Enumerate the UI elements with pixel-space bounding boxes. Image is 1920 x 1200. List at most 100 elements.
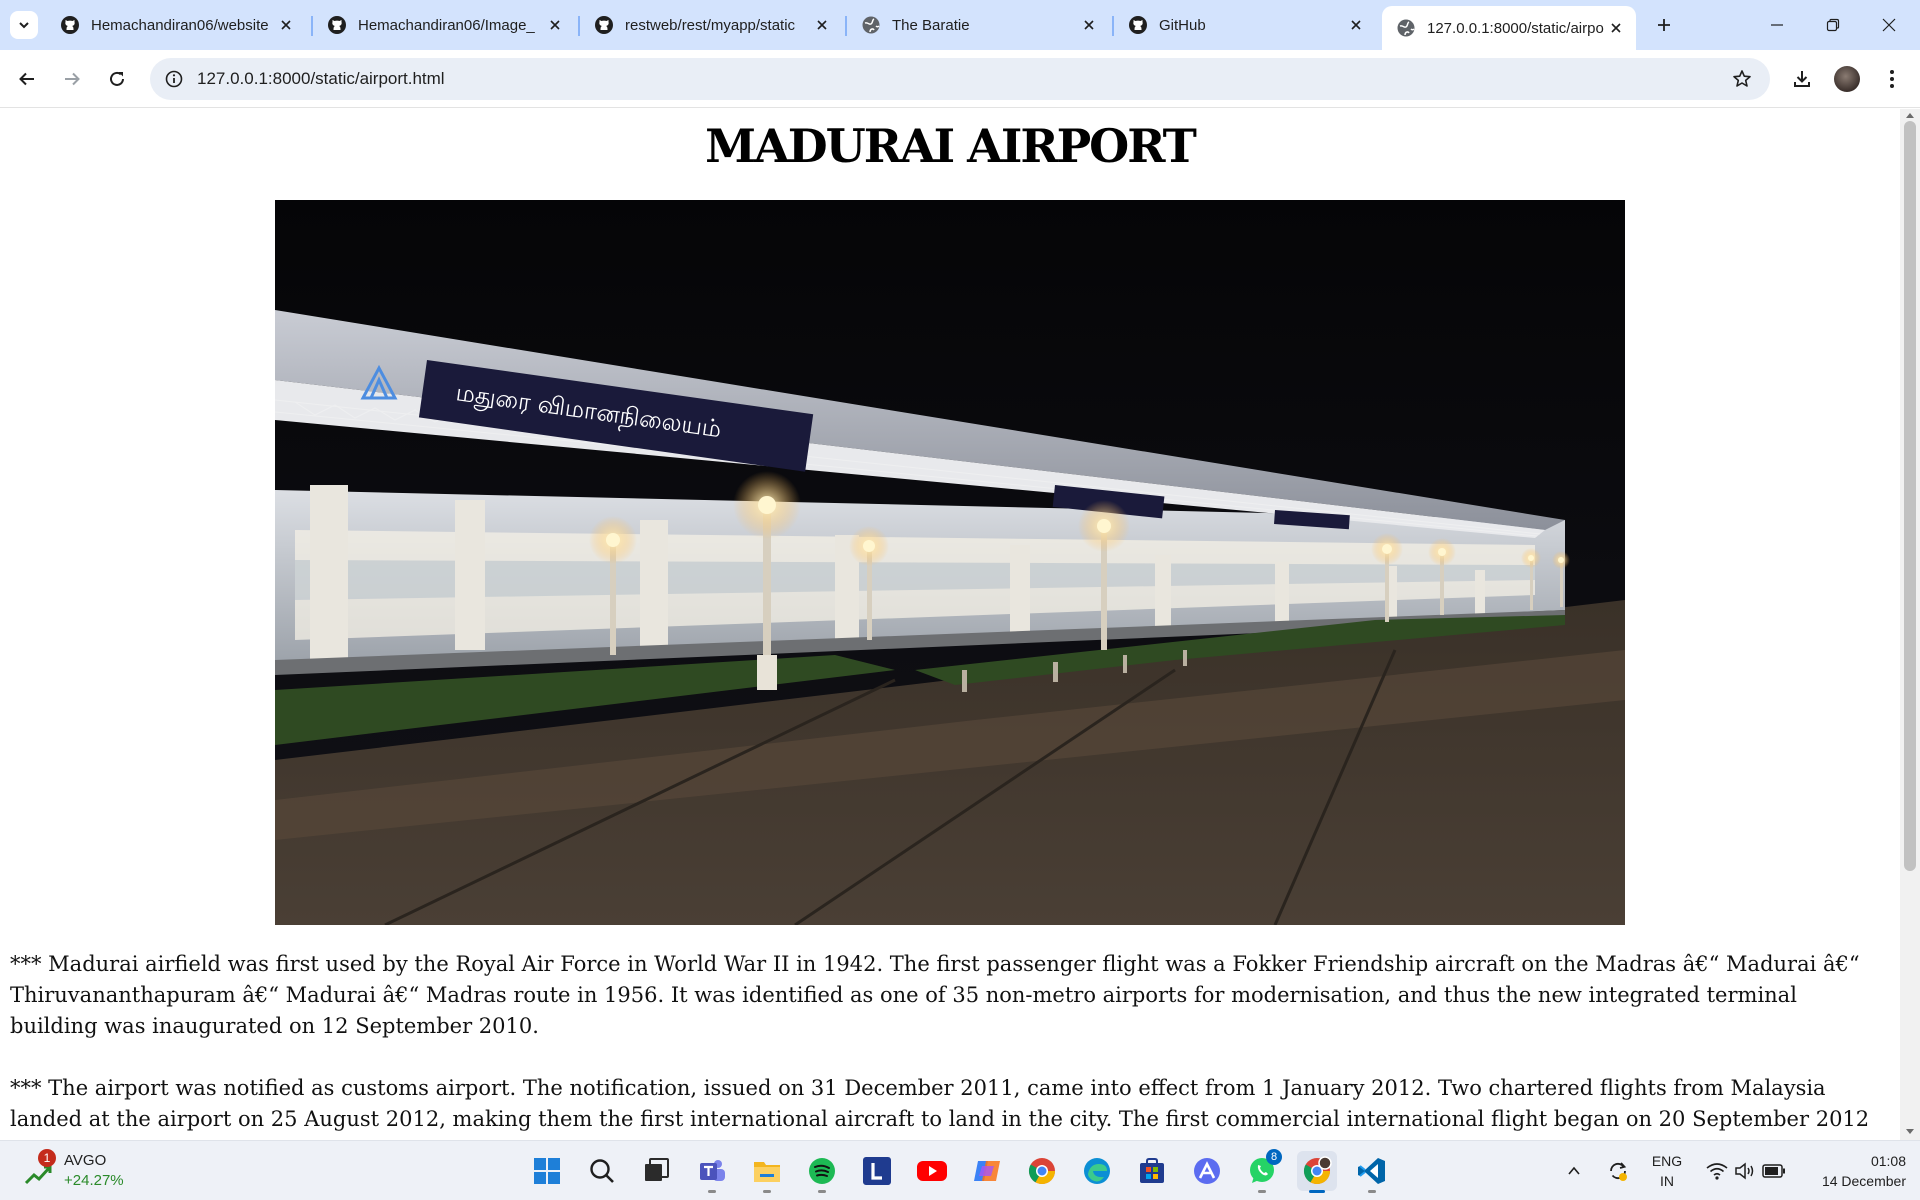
battery-icon (1762, 1164, 1785, 1178)
task-view-icon (645, 1158, 669, 1181)
github-icon (1128, 15, 1148, 35)
quick-settings-button[interactable] (1694, 1151, 1798, 1191)
scroll-down-icon[interactable] (1904, 1126, 1916, 1138)
file-explorer-app[interactable] (747, 1151, 787, 1193)
language-region[interactable]: IN (1650, 1173, 1684, 1189)
sync-icon (1610, 1162, 1627, 1181)
close-icon[interactable] (274, 13, 298, 37)
scroll-thumb[interactable] (1904, 121, 1916, 871)
chrome-app[interactable] (1022, 1151, 1062, 1191)
chevron-down-icon (19, 22, 29, 29)
airport-photo: மதுரை விமானநிலையம் (275, 200, 1625, 925)
close-window-button[interactable] (1872, 8, 1906, 42)
minimize-button[interactable] (1760, 8, 1794, 42)
notification-badge: 1 (38, 1149, 56, 1167)
clock-time: 01:08 (1870, 1153, 1906, 1169)
site-info-icon[interactable] (162, 67, 186, 91)
start-button[interactable] (527, 1151, 567, 1191)
vertical-scrollbar[interactable] (1900, 109, 1920, 1140)
plus-icon (1658, 19, 1670, 31)
close-icon[interactable] (1604, 16, 1628, 40)
bookmark-star-icon[interactable] (1730, 67, 1754, 91)
github-icon (594, 15, 614, 35)
page-title: MADURAI AIRPORT (705, 119, 1197, 173)
teams-icon (700, 1160, 725, 1181)
tab-github[interactable]: GitHub (1114, 8, 1376, 42)
reload-icon (110, 71, 124, 86)
address-bar[interactable]: 127.0.0.1:8000/static/airport.html (150, 58, 1770, 100)
tab-title: The Baratie (892, 16, 970, 34)
chrome-profile-icon (1303, 1156, 1332, 1185)
more-vertical-icon (1890, 70, 1894, 88)
tab-airport-active[interactable]: 127.0.0.1:8000/static/airpo (1382, 6, 1636, 50)
search-button[interactable] (582, 1151, 622, 1191)
spotify-icon (809, 1158, 835, 1184)
reload-button[interactable] (101, 63, 133, 95)
close-icon[interactable] (1077, 13, 1101, 37)
tab-title: Hemachandiran06/Image_ (358, 16, 535, 34)
close-icon (1882, 18, 1896, 32)
chrome-profile-app[interactable] (1297, 1151, 1337, 1193)
spotify-app[interactable] (802, 1151, 842, 1193)
teams-app[interactable] (692, 1151, 732, 1193)
tab-title: 127.0.0.1:8000/static/airpo (1427, 19, 1604, 37)
tab-the-baratie[interactable]: The Baratie (847, 8, 1109, 42)
forward-button[interactable] (56, 63, 88, 95)
search-icon (590, 1159, 614, 1183)
edge-icon (1084, 1158, 1110, 1184)
copilot-app[interactable] (967, 1151, 1007, 1191)
volume-icon (1735, 1162, 1754, 1180)
tab-search-button[interactable] (10, 11, 38, 39)
menu-button[interactable] (1876, 63, 1908, 95)
close-icon[interactable] (1344, 13, 1368, 37)
article-paragraph: *** The airport was notified as customs … (10, 1076, 1870, 1140)
l-app-icon (863, 1157, 891, 1185)
airport-terminal-night-photo: மதுரை விமானநிலையம் (275, 200, 1625, 925)
arc-app[interactable] (1187, 1151, 1227, 1191)
profile-button[interactable] (1831, 63, 1863, 95)
language-indicator[interactable]: ENG (1650, 1153, 1684, 1169)
system-clock[interactable]: 01:08 14 December (1822, 1151, 1906, 1191)
tab-title: Hemachandiran06/website (91, 16, 269, 34)
store-app[interactable] (1132, 1151, 1172, 1191)
tab-hemachandiran-image[interactable]: Hemachandiran06/Image_ (313, 8, 575, 42)
store-icon (1140, 1158, 1164, 1183)
file-explorer-icon (754, 1162, 780, 1182)
article-body: *** Madurai airfield was first used by t… (10, 949, 1890, 1140)
edge-app[interactable] (1077, 1151, 1117, 1191)
whatsapp-app[interactable]: 8 (1242, 1149, 1282, 1193)
new-tab-button[interactable] (1650, 11, 1678, 39)
l-app[interactable] (857, 1151, 897, 1191)
back-button[interactable] (11, 63, 43, 95)
url-text[interactable]: 127.0.0.1:8000/static/airport.html (197, 69, 445, 89)
youtube-icon (917, 1161, 947, 1181)
vscode-app[interactable] (1352, 1151, 1392, 1193)
sync-tray-button[interactable] (1600, 1151, 1636, 1191)
clock-date: 14 December (1821, 1173, 1906, 1189)
avatar (1834, 66, 1860, 92)
minimize-icon (1771, 24, 1783, 26)
tab-title: GitHub (1159, 16, 1206, 34)
close-icon[interactable] (810, 13, 834, 37)
vscode-icon (1358, 1158, 1385, 1184)
tab-strip: Hemachandiran06/website Hemachandiran06/… (0, 0, 1920, 50)
tab-title: restweb/rest/myapp/static (625, 16, 796, 34)
github-icon (327, 15, 347, 35)
stock-widget[interactable]: 1 AVGO +24.27% (22, 1149, 132, 1193)
downloads-button[interactable] (1786, 63, 1818, 95)
close-icon[interactable] (543, 13, 567, 37)
tab-restweb[interactable]: restweb/rest/myapp/static (580, 8, 842, 42)
scroll-up-icon[interactable] (1904, 109, 1916, 121)
download-icon (1794, 71, 1810, 87)
youtube-app[interactable] (912, 1151, 952, 1191)
browser-toolbar: 127.0.0.1:8000/static/airport.html (0, 50, 1920, 108)
show-hidden-icons-button[interactable] (1560, 1151, 1588, 1191)
chrome-icon (1028, 1158, 1056, 1185)
arrow-left-icon (19, 72, 34, 86)
tab-hemachandiran-website[interactable]: Hemachandiran06/website (46, 8, 306, 42)
task-view-button[interactable] (637, 1151, 677, 1191)
chevron-up-icon (1568, 1166, 1580, 1175)
restore-button[interactable] (1816, 8, 1850, 42)
globe-icon (1396, 18, 1416, 38)
restore-icon (1826, 18, 1840, 32)
